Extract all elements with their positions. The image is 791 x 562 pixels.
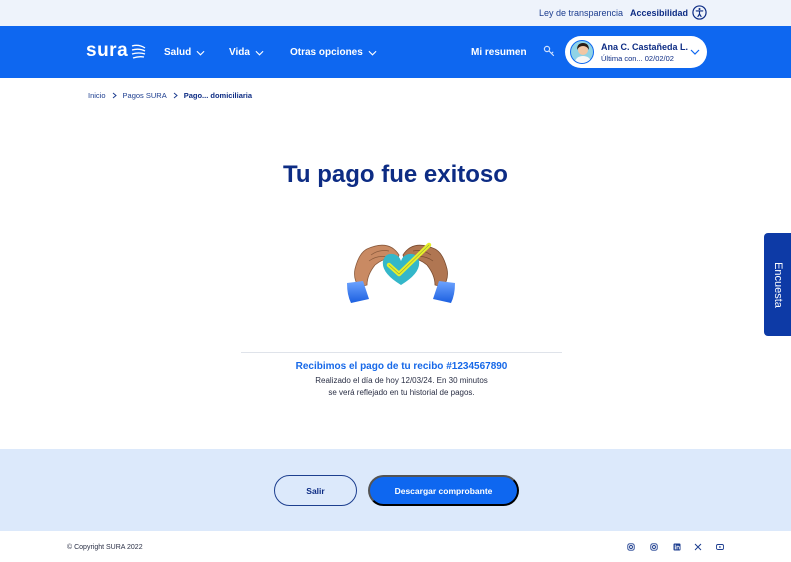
copyright: © Copyright SURA 2022 — [67, 544, 143, 551]
sura-logo[interactable]: sura — [86, 40, 146, 62]
chevron-down-icon — [690, 49, 700, 55]
survey-tab-label: Encuesta — [771, 261, 784, 308]
exit-button[interactable]: Salir — [274, 475, 357, 506]
chevron-right-icon — [173, 92, 178, 99]
survey-tab[interactable]: Encuesta — [764, 233, 791, 336]
breadcrumb-pagos[interactable]: Pagos SURA — [123, 91, 167, 100]
breadcrumb-inicio[interactable]: Inicio — [88, 91, 106, 100]
logo-wings-icon — [131, 44, 146, 59]
chevron-down-icon — [368, 50, 377, 56]
utility-bar: Ley de transparencia Accesibilidad — [0, 0, 791, 26]
page-title: Tu pago fue exitoso — [283, 161, 508, 188]
payment-details-line1: Realizado el día de hoy 12/03/24. En 30 … — [315, 376, 488, 385]
last-connection: Última con... 02/02/02 — [601, 54, 674, 63]
accessibility-icon[interactable] — [692, 5, 707, 20]
nav-salud-label: Salud — [164, 47, 192, 58]
main-navbar: sura Salud Vida Otras opciones Mi resume… — [0, 26, 791, 78]
accessibility-link[interactable]: Accesibilidad — [630, 8, 688, 18]
transparency-link[interactable]: Ley de transparencia — [539, 8, 623, 18]
instagram-icon[interactable] — [627, 543, 635, 551]
heart-hands-check-icon — [347, 242, 455, 303]
divider — [241, 352, 562, 353]
user-menu[interactable]: Ana C. Castañeda L. Última con... 02/02/… — [565, 36, 707, 68]
mi-resumen-link[interactable]: Mi resumen — [471, 47, 527, 58]
avatar — [570, 40, 594, 64]
chevron-down-icon — [196, 50, 205, 56]
youtube-icon[interactable] — [716, 543, 724, 551]
chevron-right-icon — [112, 92, 117, 99]
breadcrumb: Inicio Pagos SURA Pago... domiciliaria — [88, 91, 252, 100]
instagram-icon[interactable] — [650, 543, 658, 551]
actions-panel: Salir Descargar comprobante — [0, 449, 791, 531]
nav-vida[interactable]: Vida — [229, 47, 264, 58]
payment-details-line2: se verá reflejado en tu historial de pag… — [328, 388, 475, 397]
linkedin-icon[interactable] — [673, 543, 681, 551]
nav-otras-opciones[interactable]: Otras opciones — [290, 47, 377, 58]
receipt-message: Recibimos el pago de tu recibo #12345678… — [295, 361, 508, 372]
payment-details: Realizado el día de hoy 12/03/24. En 30 … — [0, 375, 791, 399]
nav-salud[interactable]: Salud — [164, 47, 205, 58]
breadcrumb-current: Pago... domiciliaria — [183, 91, 253, 100]
nav-vida-label: Vida — [229, 47, 250, 58]
nav-otras-label: Otras opciones — [290, 47, 363, 58]
download-receipt-button[interactable]: Descargar comprobante — [368, 475, 519, 506]
user-name: Ana C. Castañeda L. — [601, 42, 689, 52]
logo-text: sura — [86, 40, 129, 61]
key-icon[interactable] — [543, 45, 555, 57]
x-icon[interactable] — [694, 543, 702, 551]
chevron-down-icon — [255, 50, 264, 56]
